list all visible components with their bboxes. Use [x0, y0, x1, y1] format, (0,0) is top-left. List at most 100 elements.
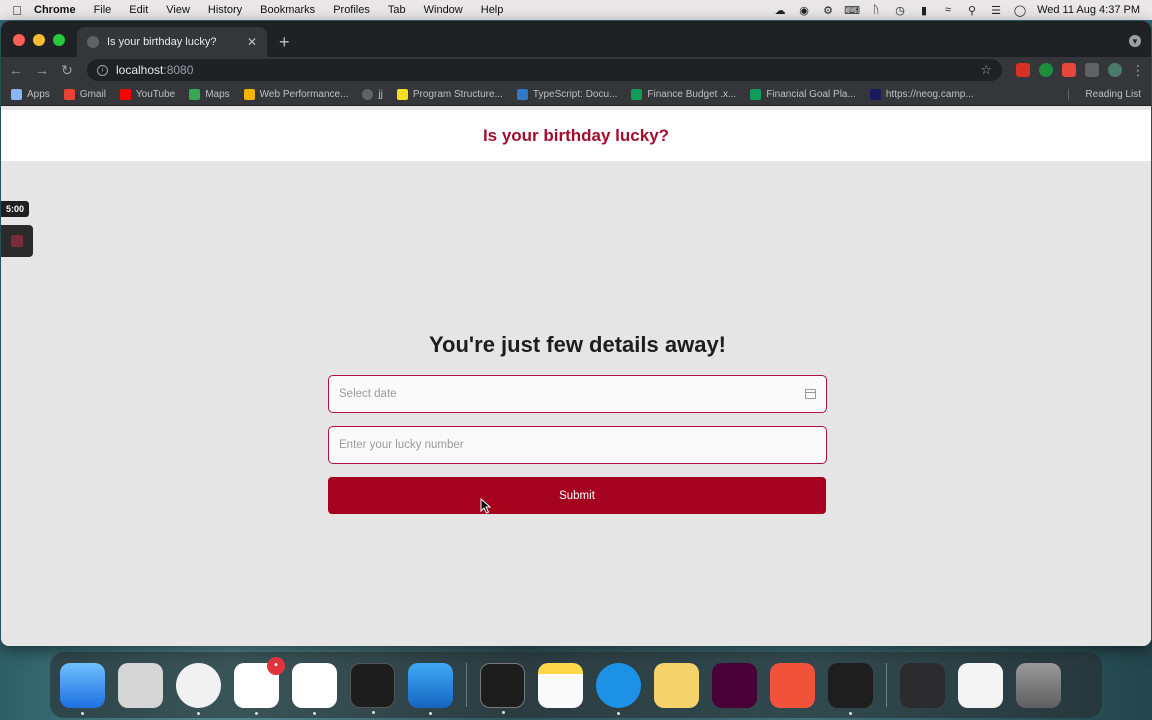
xcode-app-icon[interactable]	[408, 662, 453, 715]
status-keyboard-icon[interactable]: ⌨	[844, 4, 860, 17]
iterm-app-icon[interactable]	[480, 662, 525, 714]
globe-icon	[87, 36, 99, 48]
battery-icon[interactable]: ▮	[917, 4, 931, 17]
siri-icon[interactable]: ◯	[1013, 4, 1027, 17]
bookmark-neog[interactable]: https://neog.camp...	[869, 88, 974, 100]
adobe-xd-app-icon[interactable]	[712, 662, 757, 708]
extensions-area: ⋮	[1016, 62, 1145, 79]
menu-bookmarks[interactable]: Bookmarks	[251, 4, 324, 16]
page-header: Is your birthday lucky?	[1, 110, 1151, 161]
finder-app-icon[interactable]	[60, 662, 105, 715]
typescript-icon	[516, 88, 528, 100]
bookmark-jj[interactable]: jj	[362, 88, 383, 100]
dock-separator	[466, 663, 467, 707]
menu-edit[interactable]: Edit	[120, 4, 157, 16]
minimized-browser-thumbnail[interactable]	[958, 662, 1003, 708]
chrome-window: Is your birthday lucky? ✕ + ▼ ← → ↻ i lo…	[1, 21, 1151, 646]
bookmark-typescript[interactable]: TypeScript: Docu...	[516, 88, 617, 100]
status-gear-icon[interactable]: ⚙	[821, 4, 835, 17]
folder-icon	[243, 88, 255, 100]
extension-green-icon[interactable]	[1039, 63, 1053, 77]
bookmark-apps[interactable]: Apps	[11, 88, 50, 100]
menu-help[interactable]: Help	[472, 4, 513, 16]
vscode-app-icon[interactable]	[292, 662, 337, 715]
back-arrow-icon[interactable]: ←	[9, 62, 23, 78]
mouse-cursor-icon	[480, 498, 492, 514]
bookmark-financial-goal[interactable]: Financial Goal Pla...	[750, 88, 856, 100]
bluetooth-icon[interactable]: ᚢ	[869, 4, 883, 16]
status-record-icon[interactable]: ◉	[797, 4, 811, 17]
menu-profiles[interactable]: Profiles	[324, 4, 379, 16]
fullscreen-window-button[interactable]	[53, 34, 65, 46]
control-center-icon[interactable]: ☰	[989, 4, 1003, 17]
browser-toolbar: ← → ↻ i localhost:8080 ☆ ⋮	[1, 57, 1151, 83]
notes-app-icon[interactable]	[538, 662, 583, 708]
close-tab-icon[interactable]: ✕	[247, 35, 257, 49]
trash-icon[interactable]	[1016, 662, 1061, 708]
neog-icon	[869, 88, 881, 100]
url-port: :8080	[163, 63, 194, 77]
tab-search-icon[interactable]: ▼	[1129, 35, 1141, 47]
menu-window[interactable]: Window	[415, 4, 472, 16]
bookmark-finance-budget[interactable]: Finance Budget .x...	[631, 88, 736, 100]
time-machine-icon[interactable]: ◷	[893, 4, 907, 17]
address-bar[interactable]: i localhost:8080 ☆	[87, 59, 1002, 81]
birthday-form: You're just few details away! Select dat…	[328, 332, 827, 514]
profile-avatar[interactable]	[1108, 63, 1122, 77]
menu-history[interactable]: History	[199, 4, 251, 16]
postman-app-icon[interactable]	[770, 662, 815, 708]
bookmark-gmail[interactable]: Gmail	[63, 88, 106, 100]
new-tab-button[interactable]: +	[279, 32, 290, 53]
apps-grid-icon	[11, 88, 22, 100]
browser-tab[interactable]: Is your birthday lucky? ✕	[77, 27, 267, 57]
notification-badge: •	[267, 656, 285, 675]
extension-red-icon[interactable]	[1016, 63, 1030, 77]
stop-recording-button[interactable]	[1, 225, 33, 257]
minimized-window-thumbnail[interactable]	[900, 662, 945, 708]
figma-app-icon[interactable]	[828, 662, 873, 715]
spotlight-search-icon[interactable]: ⚲	[965, 4, 979, 17]
extension-tab-icon[interactable]	[1062, 63, 1076, 77]
menu-view[interactable]: View	[157, 4, 199, 16]
slack-app-icon[interactable]: •	[234, 656, 285, 715]
bookmark-web-performance[interactable]: Web Performance...	[243, 88, 348, 100]
submit-button[interactable]: Submit	[328, 477, 826, 514]
running-indicator	[429, 711, 432, 715]
lucky-number-placeholder: Enter your lucky number	[339, 439, 464, 451]
menubar-clock[interactable]: Wed 11 Aug 4:37 PM	[1037, 4, 1140, 16]
tableplus-app-icon[interactable]	[654, 662, 699, 708]
dock-separator	[886, 663, 887, 707]
chrome-app-icon[interactable]	[176, 662, 221, 715]
bookmark-star-icon[interactable]: ☆	[980, 62, 992, 78]
bookmark-program-structure[interactable]: Program Structure...	[396, 88, 503, 100]
date-input[interactable]: Select date	[328, 375, 827, 413]
extensions-puzzle-icon[interactable]	[1085, 63, 1099, 77]
terminal-app-icon[interactable]	[350, 662, 395, 714]
running-indicator	[372, 710, 375, 714]
launchpad-app-icon[interactable]	[118, 662, 163, 708]
running-indicator	[617, 711, 620, 715]
close-window-button[interactable]	[13, 34, 25, 46]
window-controls	[13, 34, 65, 46]
menu-tab[interactable]: Tab	[379, 4, 415, 16]
chrome-menu-icon[interactable]: ⋮	[1131, 62, 1145, 79]
menu-file[interactable]: File	[85, 4, 121, 16]
running-indicator	[81, 711, 84, 715]
reload-icon[interactable]: ↻	[61, 62, 73, 79]
bookmark-maps[interactable]: Maps	[189, 88, 230, 100]
stop-icon	[11, 235, 23, 247]
docker-app-icon[interactable]	[596, 662, 641, 715]
tab-strip: Is your birthday lucky? ✕ + ▼	[1, 21, 1151, 57]
calendar-icon[interactable]	[805, 389, 816, 399]
running-indicator	[849, 711, 852, 715]
forward-arrow-icon[interactable]: →	[35, 62, 49, 78]
reading-list-button[interactable]: Reading List	[1068, 88, 1141, 100]
wifi-icon[interactable]: ≈	[941, 4, 955, 16]
apple-menu-icon[interactable]: 	[0, 3, 34, 18]
menu-app-chrome[interactable]: Chrome	[34, 4, 85, 16]
site-info-icon[interactable]: i	[97, 64, 108, 76]
bookmark-youtube[interactable]: YouTube	[119, 88, 175, 100]
lucky-number-input[interactable]: Enter your lucky number	[328, 426, 827, 464]
status-cloud-icon[interactable]: ☁	[773, 4, 787, 17]
minimize-window-button[interactable]	[33, 34, 45, 46]
